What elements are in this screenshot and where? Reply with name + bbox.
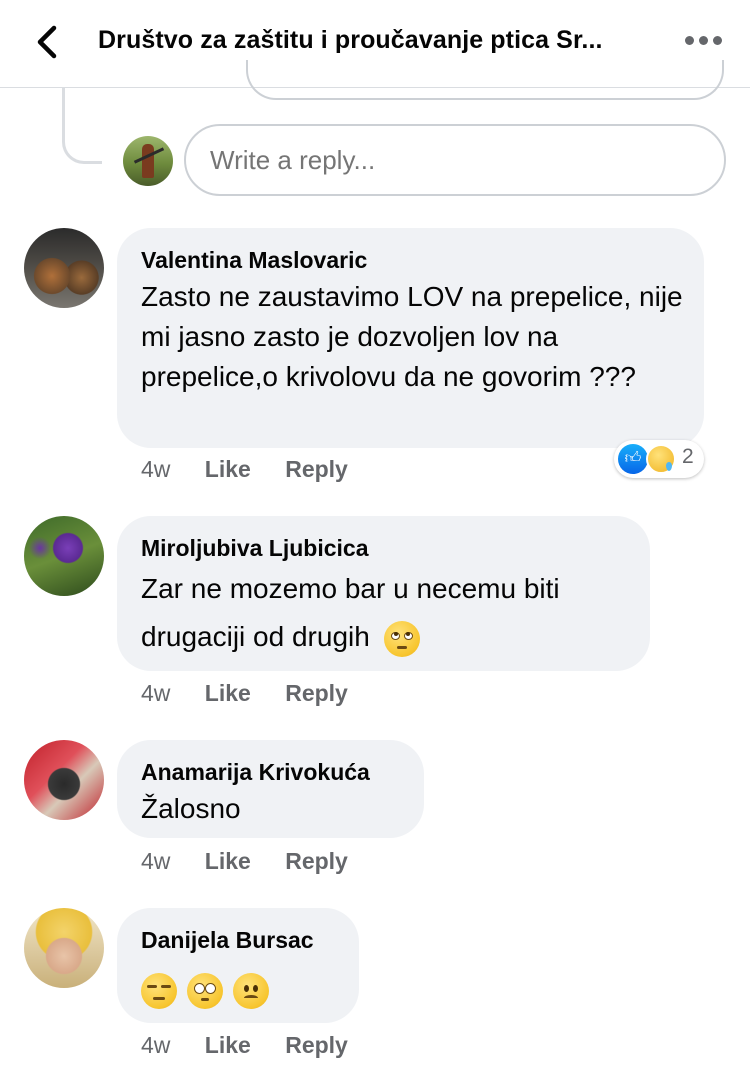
reaction-count: 2 xyxy=(682,445,694,468)
like-link[interactable]: Like xyxy=(205,456,251,482)
comment-author[interactable]: Valentina Maslovaric xyxy=(141,247,367,274)
comment-author[interactable]: Danijela Bursac xyxy=(141,927,314,954)
rolling-eyes-emoji xyxy=(383,620,420,657)
comment-time[interactable]: 4w xyxy=(141,1032,170,1058)
reply-link[interactable]: Reply xyxy=(285,680,348,706)
avatar[interactable] xyxy=(24,516,104,596)
sad-icon xyxy=(646,444,676,474)
more-dots-icon xyxy=(685,36,694,45)
like-link[interactable]: Like xyxy=(205,680,251,706)
comment-text-content: Zar ne mozemo bar u necemu biti drugacij… xyxy=(141,573,560,652)
back-button[interactable] xyxy=(30,22,66,62)
comment-time[interactable]: 4w xyxy=(141,848,170,874)
comment-text: Zar ne mozemo bar u necemu biti drugacij… xyxy=(141,565,641,661)
reply-link[interactable]: Reply xyxy=(285,456,348,482)
comment-time[interactable]: 4w xyxy=(141,456,170,482)
avatar[interactable] xyxy=(24,740,104,820)
reply-link[interactable]: Reply xyxy=(285,1032,348,1058)
avatar[interactable] xyxy=(24,228,104,308)
reply-input[interactable] xyxy=(184,124,726,196)
comment-author[interactable]: Anamarija Krivokuća xyxy=(141,759,370,786)
chevron-left-icon xyxy=(37,25,57,59)
current-user-avatar xyxy=(123,136,173,186)
comment-text: Žalosno xyxy=(141,793,241,824)
unamused-emoji xyxy=(141,972,177,1009)
previous-comment-bubble xyxy=(246,60,724,100)
comment-meta: 4w Like Reply xyxy=(141,848,348,875)
page-title: Društvo za zaštitu i proučavanje ptica S… xyxy=(98,26,603,54)
frowning-emoji xyxy=(232,972,269,1009)
comment-author[interactable]: Miroljubiva Ljubicica xyxy=(141,535,368,562)
avatar[interactable] xyxy=(24,908,104,988)
thread-connector-line xyxy=(62,88,102,164)
comment-meta: 4w Like Reply xyxy=(141,1032,348,1059)
like-link[interactable]: Like xyxy=(205,848,251,874)
pleading-emoji xyxy=(186,972,223,1009)
comment-emojis xyxy=(141,969,269,1009)
comment-text: Zasto ne zaustavimo LOV na prepelice, ni… xyxy=(141,281,683,392)
like-link[interactable]: Like xyxy=(205,1032,251,1058)
more-options-button[interactable] xyxy=(683,26,723,56)
comment-time[interactable]: 4w xyxy=(141,680,170,706)
reply-link[interactable]: Reply xyxy=(285,848,348,874)
comment-meta: 4w Like Reply xyxy=(141,680,348,707)
reactions-summary[interactable]: 👍︎ 2 xyxy=(614,440,704,478)
comment-meta: 4w Like Reply xyxy=(141,456,348,483)
like-icon: 👍︎ xyxy=(618,444,648,474)
